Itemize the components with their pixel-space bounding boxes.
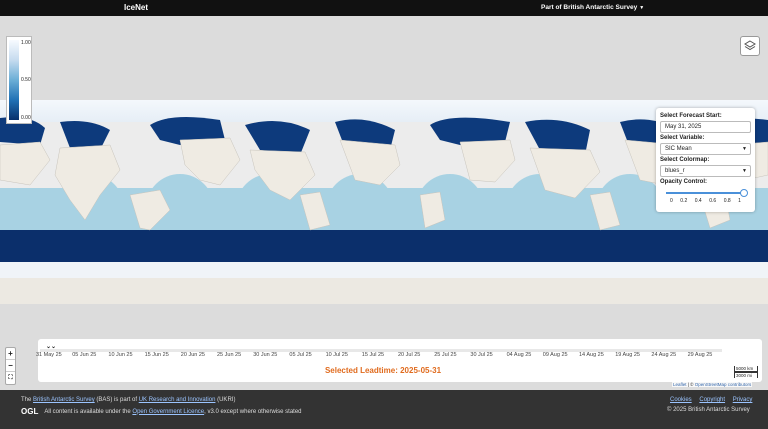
opacity-tick: 0 [670,198,673,204]
variable-select[interactable]: SIC Mean ▼ [660,143,751,155]
opacity-tick: 0.2 [680,198,688,204]
ukri-link[interactable]: UK Research and Innovation [139,397,216,403]
footer-copyright: © 2025 British Antarctic Survey [667,407,750,413]
layers-icon [744,40,756,51]
colormap-select[interactable]: blues_r ▼ [660,165,751,177]
arctic-ice [0,100,768,122]
cookies-link[interactable]: Cookies [670,397,692,403]
selected-leadtime: Selected Leadtime: 2025-05-31 [324,366,442,375]
footer-text: The [21,397,34,403]
timeline-date-labels: 31 May 25 05 Jun 25 10 Jun 25 15 Jun 25 20 J… [36,352,728,360]
footer-text: (BAS) is part of [94,397,139,403]
copyright-link[interactable]: Copyright [699,397,725,403]
chevron-down-icon: ▼ [742,146,747,152]
site-footer: The British Antarctic Survey (BAS) is pa… [0,390,768,429]
timeline-date-label[interactable]: 05 Jul 25 [289,352,311,358]
scale-mi: 3000 mi [734,372,758,378]
forecast-control-panel: Select Forecast Start: May 31, 2025 Sele… [656,108,755,212]
fullscreen-button[interactable]: ⛶ [6,372,15,384]
forecast-start-label: Select Forecast Start: [660,113,722,119]
opacity-slider[interactable]: 0 0.2 0.4 0.6 0.8 1 [660,188,751,204]
map-viewport[interactable]: 1.00 0.50 0.00 Select Forecast Start: Ma… [0,16,768,390]
copyright-text: 2025 British Antarctic Survey [673,407,750,413]
footer-text: , v3.0 except where otherwise stated [204,408,302,415]
attribution-sep: | © [686,382,695,387]
variable-select-value: SIC Mean [665,146,692,152]
opacity-label: Opacity Control: [660,179,708,185]
map-scale: 5000 km 3000 mi [734,366,758,378]
timeline-date-label[interactable]: 15 Jun 25 [145,352,169,358]
osm-link[interactable]: OpenStreetMap contributors [695,382,752,387]
brand-logo-text[interactable]: IceNet [124,3,148,12]
leadtime-timeline: ⌄⌄ 31 May 25 05 Jun 25 10 Jun 25 15 Jun 25 2… [36,339,762,382]
top-navbar: IceNet Part of British Antarctic Survey ▼ [0,0,768,16]
zoom-in-button[interactable]: + [6,348,15,360]
zoom-out-button[interactable]: − [6,360,15,372]
timeline-date-label[interactable]: 05 Jun 25 [72,352,96,358]
antarctic-ice [0,262,768,278]
bas-link[interactable]: British Antarctic Survey [33,397,95,403]
opacity-slider-track [666,192,745,194]
legend-min-label: 0.00 [21,115,31,121]
timeline-date-label[interactable]: 30 Jun 25 [253,352,277,358]
timeline-date-label[interactable]: 10 Jun 25 [108,352,132,358]
footer-licence-statement: OGL All content is available under the O… [21,407,302,416]
timeline-date-label[interactable]: 20 Jul 25 [398,352,420,358]
timeline-date-label[interactable]: 15 Jul 25 [362,352,384,358]
timeline-date-label[interactable]: 25 Jul 25 [434,352,456,358]
footer-links: Cookies Copyright Privacy [670,397,758,403]
opacity-tick: 0.4 [694,198,702,204]
timeline-date-label[interactable]: 31 May 25 [36,352,62,358]
opacity-tick: 1 [738,198,741,204]
ogl-link[interactable]: Open Government Licence [132,409,204,415]
ogl-logo: OGL [21,407,39,416]
opacity-tick: 0.6 [709,198,717,204]
opacity-tick: 0.8 [723,198,731,204]
timeline-date-label[interactable]: 19 Aug 25 [615,352,640,358]
layers-toggle-button[interactable] [740,36,760,56]
southern-ocean [0,230,768,262]
footer-text: All content is available under the [44,408,131,415]
colormap-select-value: blues_r [665,168,685,174]
footer-ukri-statement: The British Antarctic Survey (BAS) is pa… [21,397,235,403]
forecast-start-input[interactable]: May 31, 2025 [660,121,751,133]
timeline-date-label[interactable]: 14 Aug 25 [579,352,604,358]
opacity-slider-thumb[interactable] [740,189,748,197]
antarctica [0,278,768,304]
timeline-date-label[interactable]: 29 Aug 25 [688,352,713,358]
variable-label: Select Variable: [660,135,705,141]
colorbar-legend: 1.00 0.50 0.00 [6,36,32,124]
timeline-date-label[interactable]: 04 Aug 25 [507,352,532,358]
timeline-date-label[interactable]: 09 Aug 25 [543,352,568,358]
world-map [0,100,768,304]
timeline-date-label[interactable]: 25 Jun 25 [217,352,241,358]
colormap-label: Select Colormap: [660,157,710,163]
footer-text: (UKRI) [215,397,236,403]
zoom-control: + − ⛶ [5,347,16,385]
opacity-ticks: 0 0.2 0.4 0.6 0.8 1 [670,198,741,204]
timeline-date-label[interactable]: 24 Aug 25 [651,352,676,358]
map-attribution: Leaflet | © OpenStreetMap contributors [672,382,753,387]
colorbar-gradient [9,40,19,120]
leaflet-link[interactable]: Leaflet [673,382,687,387]
org-dropdown-label: Part of British Antarctic Survey [541,4,638,11]
legend-max-label: 1.00 [21,40,31,46]
legend-mid-label: 0.50 [21,77,31,83]
caret-down-icon: ▼ [639,5,645,11]
chevron-down-icon: ▼ [742,168,747,174]
privacy-link[interactable]: Privacy [733,397,753,403]
timeline-date-label[interactable]: 10 Jul 25 [326,352,348,358]
timeline-date-label[interactable]: 20 Jun 25 [181,352,205,358]
org-dropdown[interactable]: Part of British Antarctic Survey ▼ [541,4,644,11]
timeline-date-label[interactable]: 30 Jul 25 [470,352,492,358]
